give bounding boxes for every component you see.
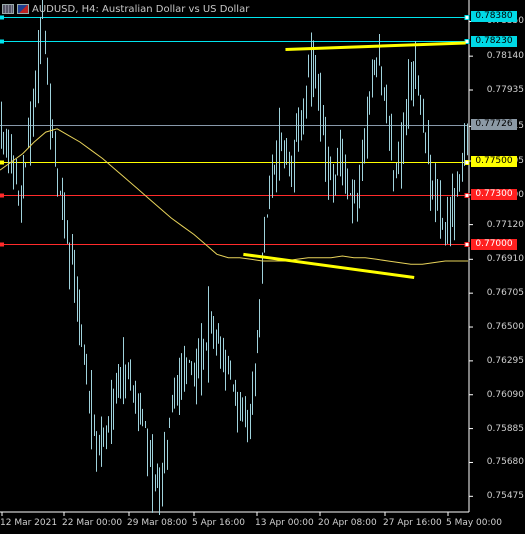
level-anchor-left[interactable] [0, 160, 4, 165]
time-tick-label: 5 Apr 16:00 [192, 518, 245, 528]
moving-average-line [0, 128, 468, 265]
time-tick-label: 27 Apr 16:00 [383, 518, 442, 528]
time-tick-label: 29 Mar 08:00 [127, 518, 188, 528]
currency-flag-icon[interactable] [17, 4, 29, 14]
level-anchor-left[interactable] [0, 39, 4, 44]
symbol-title: AUDUSD, H4: Australian Dollar vs US Doll… [32, 3, 250, 15]
price-tick-label: 0.77120 [486, 219, 524, 230]
level-anchor-right[interactable] [464, 242, 470, 247]
time-tick-label: 5 May 00:00 [446, 518, 502, 528]
price-tick-label: 0.76295 [486, 355, 524, 366]
price-tick-label: 0.76910 [486, 254, 524, 265]
price-chart[interactable] [0, 0, 525, 534]
time-tick-label: 20 Apr 08:00 [318, 518, 377, 528]
price-tick-label: 0.76090 [486, 389, 524, 400]
price-tick-label: 0.77935 [486, 85, 524, 95]
price-tick-label: 0.76705 [486, 288, 524, 299]
chart-grid-icon[interactable] [2, 4, 14, 14]
chart-window[interactable]: AUDUSD, H4: Australian Dollar vs US Doll… [0, 0, 525, 534]
price-tick-label: 0.75885 [486, 423, 524, 434]
price-tick-label: 0.76500 [486, 322, 524, 333]
time-tick-label: 13 Apr 00:00 [255, 518, 314, 528]
chart-title-bar: AUDUSD, H4: Australian Dollar vs US Doll… [2, 2, 249, 16]
price-level-label-red[interactable]: 0.77000 [471, 238, 517, 250]
price-tick-label: 0.75680 [486, 457, 524, 468]
level-anchor-right[interactable] [464, 193, 470, 198]
level-anchor-right[interactable] [464, 160, 470, 165]
level-anchor-right[interactable] [464, 15, 470, 20]
time-tick-label: 12 Mar 2021 [0, 518, 58, 528]
price-tick-label: 0.75475 [486, 491, 524, 502]
level-anchor-left[interactable] [0, 242, 4, 247]
level-anchor-left[interactable] [0, 15, 4, 20]
level-anchor-left[interactable] [0, 193, 4, 198]
price-level-label-gray[interactable]: 0.77726 [471, 119, 517, 131]
price-level-label-cyan[interactable]: 0.78380 [471, 11, 517, 23]
price-tick-label: 0.78140 [486, 51, 524, 62]
time-tick-label: 22 Mar 00:00 [62, 518, 123, 528]
price-level-label-cyan[interactable]: 0.78230 [471, 35, 517, 47]
price-level-label-yellow[interactable]: 0.77500 [471, 156, 517, 168]
upper-trendline[interactable] [285, 41, 466, 52]
price-level-label-red[interactable]: 0.77300 [471, 189, 517, 201]
